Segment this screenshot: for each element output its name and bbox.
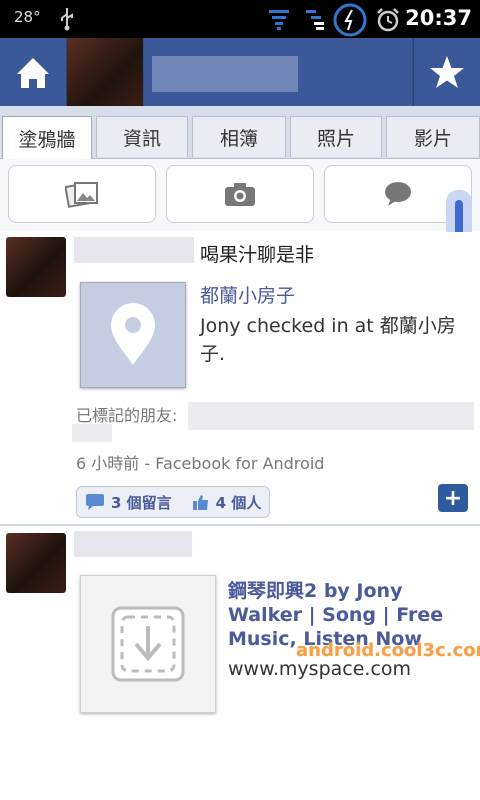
story-avatar[interactable] bbox=[6, 533, 66, 593]
tagged-friends-blurred-2[interactable] bbox=[72, 424, 112, 442]
comment-bubble-icon bbox=[86, 494, 104, 510]
tab-info[interactable]: 資訊 bbox=[96, 116, 188, 157]
favorite-button[interactable] bbox=[413, 38, 480, 106]
battery-charging-icon bbox=[333, 3, 367, 37]
tab-wall[interactable]: 塗鴉牆 bbox=[2, 116, 92, 159]
camera-icon bbox=[225, 183, 255, 206]
tab-albums[interactable]: 相簿 bbox=[192, 116, 286, 157]
star-icon bbox=[430, 56, 464, 88]
map-pin-icon bbox=[111, 303, 155, 365]
tab-videos[interactable]: 影片 bbox=[386, 116, 480, 157]
feedback-pill[interactable]: 3 個留言 4 個人 bbox=[76, 486, 271, 518]
cell-signal-icon bbox=[306, 10, 324, 30]
status-bar: 28° 20:37 bbox=[0, 0, 480, 38]
composer-actions bbox=[0, 159, 480, 231]
checkin-text: Jony checked in at 都蘭小房子. bbox=[200, 315, 456, 365]
author-name-blurred[interactable] bbox=[74, 531, 192, 557]
place-thumbnail[interactable] bbox=[80, 282, 186, 388]
like-thumb-icon bbox=[192, 495, 208, 510]
link-thumbnail[interactable] bbox=[80, 575, 216, 713]
clock: 20:37 bbox=[405, 6, 472, 30]
profile-avatar[interactable] bbox=[67, 38, 143, 106]
wifi-signal-icon bbox=[269, 10, 289, 30]
feed-story: 喝果汁聊是非 都蘭小房子 Jony checked in at 都蘭小房子. 已… bbox=[0, 232, 480, 522]
story-divider bbox=[0, 524, 480, 526]
place-title[interactable]: 都蘭小房子 bbox=[200, 284, 295, 308]
alarm-icon bbox=[377, 8, 399, 32]
photo-album-button[interactable] bbox=[8, 165, 156, 223]
home-icon bbox=[17, 58, 49, 88]
tagged-friends-label: 已標記的朋友: bbox=[76, 406, 178, 425]
download-placeholder-icon bbox=[111, 606, 185, 682]
profile-name-blurred bbox=[152, 56, 298, 92]
tagged-friends-blurred[interactable] bbox=[188, 402, 474, 430]
home-button[interactable] bbox=[0, 38, 67, 106]
story-meta: 6 小時前 - Facebook for Android bbox=[76, 454, 325, 473]
watermark: android.cool3c.com bbox=[296, 640, 480, 661]
camera-button[interactable] bbox=[166, 165, 314, 223]
photos-icon bbox=[65, 182, 98, 208]
like-count: 4 個人 bbox=[215, 493, 262, 512]
story-avatar[interactable] bbox=[6, 237, 66, 297]
profile-name-bar bbox=[144, 38, 412, 106]
add-comment-button[interactable]: + bbox=[438, 484, 468, 512]
feed-story: 鋼琴即興2 by Jony Walker | Song | Free Music… bbox=[0, 527, 480, 800]
comment-count: 3 個留言 bbox=[111, 493, 172, 512]
temperature: 28° bbox=[14, 8, 41, 26]
title-bar bbox=[0, 38, 480, 106]
tab-photos[interactable]: 照片 bbox=[290, 116, 382, 157]
author-name-blurred[interactable] bbox=[74, 237, 194, 263]
profile-tabs: 塗鴉牆 資訊 相簿 照片 影片 bbox=[0, 106, 480, 159]
usb-icon bbox=[61, 8, 73, 31]
story-text: 喝果汁聊是非 bbox=[200, 244, 315, 266]
comment-icon bbox=[385, 182, 411, 206]
